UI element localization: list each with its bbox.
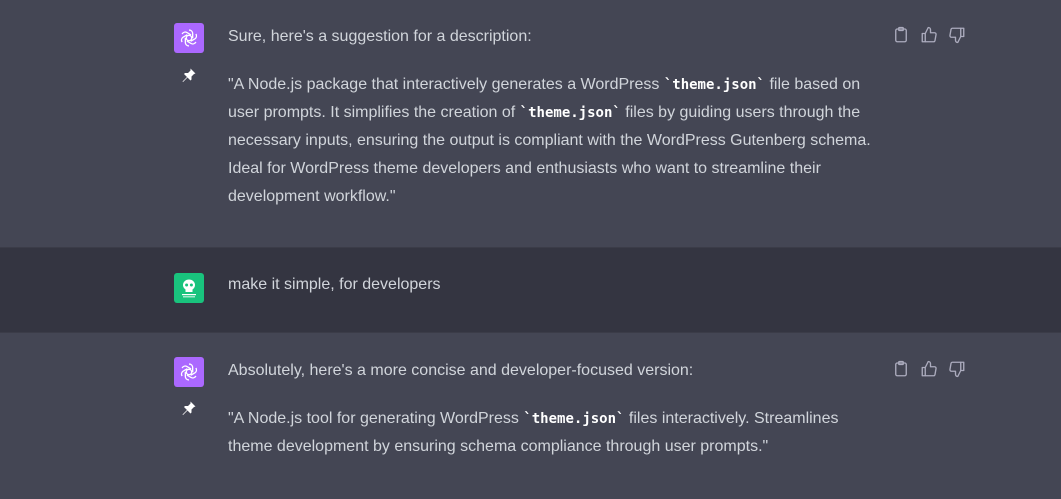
- inline-code: `theme.json`: [663, 77, 765, 93]
- openai-logo-icon: [180, 29, 198, 47]
- assistant-avatar: [174, 23, 204, 53]
- inline-code: `theme.json`: [519, 105, 621, 121]
- message-intro: Absolutely, here's a more concise and de…: [228, 362, 694, 379]
- quote-text: "A Node.js package that interactively ge…: [228, 76, 664, 93]
- message-quote: "A Node.js package that interactively ge…: [228, 71, 878, 211]
- message-intro: Sure, here's a suggestion for a descript…: [228, 28, 532, 45]
- openai-logo-icon: [180, 363, 198, 381]
- message-content: Absolutely, here's a more concise and de…: [228, 357, 878, 461]
- user-message-text: make it simple, for developers: [228, 276, 441, 293]
- message-actions: [892, 360, 966, 378]
- assistant-message-1: Sure, here's a suggestion for a descript…: [0, 0, 1061, 247]
- thumbs-down-icon[interactable]: [948, 360, 966, 378]
- pin-icon[interactable]: [181, 400, 197, 416]
- clipboard-icon[interactable]: [892, 26, 910, 44]
- assistant-avatar: [174, 357, 204, 387]
- assistant-message-2: Absolutely, here's a more concise and de…: [0, 333, 1061, 499]
- thumbs-up-icon[interactable]: [920, 360, 938, 378]
- message-actions: [892, 26, 966, 44]
- inline-code: `theme.json`: [523, 411, 625, 427]
- message-quote: "A Node.js tool for generating WordPress…: [228, 405, 878, 461]
- quote-text: "A Node.js tool for generating WordPress: [228, 410, 524, 427]
- user-message: make it simple, for developers: [0, 247, 1061, 333]
- pin-icon[interactable]: [181, 67, 197, 83]
- message-content: Sure, here's a suggestion for a descript…: [228, 23, 878, 211]
- skull-avatar-icon: [182, 279, 196, 298]
- thumbs-down-icon[interactable]: [948, 26, 966, 44]
- clipboard-icon[interactable]: [892, 360, 910, 378]
- thumbs-up-icon[interactable]: [920, 26, 938, 44]
- user-avatar: [174, 273, 204, 303]
- message-content: make it simple, for developers: [228, 271, 878, 299]
